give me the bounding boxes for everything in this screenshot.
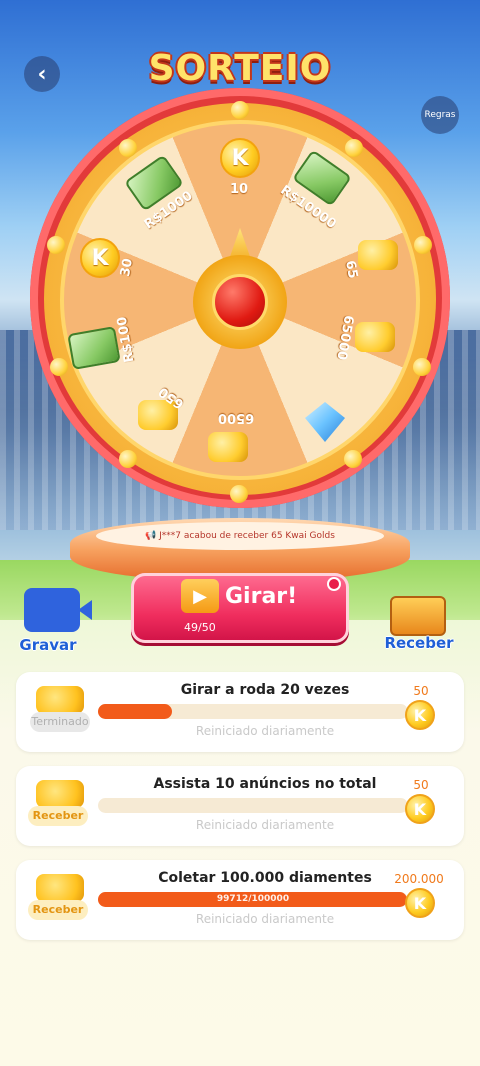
kwai-coin-icon: K (405, 794, 435, 824)
gold-coins-icon (36, 874, 84, 902)
wheel-bulb (119, 450, 137, 468)
segment-label: 6500 (218, 410, 255, 425)
page-title: SORTEIO (148, 48, 332, 89)
gold-coins-icon (355, 322, 395, 352)
wheel-bulb (230, 485, 248, 503)
wheel-bulb (231, 101, 249, 119)
video-camera-icon[interactable] (24, 588, 92, 632)
reward-amount: 50 (413, 778, 429, 792)
kwai-coin-icon: K (405, 888, 435, 918)
task-card: Receber Assista 10 anúncios no total Rei… (16, 766, 464, 846)
task-receive-button[interactable]: Receber (28, 900, 88, 920)
task-progress-text: 99712/100000 (216, 894, 290, 904)
winner-notice-text: J***7 acabou de receber 65 Kwai Golds (159, 531, 335, 541)
task-title: Coletar 100.000 diamentes (158, 870, 372, 886)
task-card: Receber Coletar 100.000 diamentes 99712/… (16, 860, 464, 940)
wheel-spin-center-button[interactable] (212, 274, 268, 330)
task-progress-text (98, 704, 408, 719)
treasure-chest-icon[interactable] (390, 596, 446, 636)
receive-chest-button[interactable]: Receber (382, 634, 456, 652)
task-progress-text (98, 798, 408, 813)
spin-count: 49/50 (184, 621, 216, 634)
task-subtitle: Reiniciado diariamente (195, 818, 335, 832)
video-clapper-icon: ▶ (181, 579, 219, 613)
spin-button-label: Girar! (225, 584, 298, 609)
gold-coins-icon (358, 240, 398, 270)
back-button[interactable]: ‹ (24, 56, 60, 92)
reward-amount: 200.000 (394, 872, 444, 886)
winner-notice: 📢 J***7 acabou de receber 65 Kwai Golds (120, 527, 360, 545)
task-receive-button[interactable]: Receber (28, 806, 88, 826)
record-button[interactable]: Gravar (14, 636, 82, 654)
wheel-bulb (345, 139, 363, 157)
task-status-button: Terminado (30, 712, 90, 732)
wheel-bulb (119, 139, 137, 157)
segment-label: 10 (230, 182, 249, 197)
segment-label: 30 (118, 257, 137, 278)
rules-button[interactable]: Regras (421, 96, 459, 134)
notification-dot (327, 577, 341, 591)
gold-coins-icon (208, 432, 248, 462)
rules-label: Regras (424, 110, 456, 120)
kwai-coin-icon: K (80, 238, 120, 278)
task-title: Girar a roda 20 vezes (180, 682, 350, 698)
task-card: Terminado Girar a roda 20 vezes Reinicia… (16, 672, 464, 752)
wheel-bulb (413, 358, 431, 376)
task-progress-bar (98, 704, 408, 719)
task-subtitle: Reiniciado diariamente (195, 912, 335, 926)
wheel-bulb (47, 236, 65, 254)
task-progress-bar (98, 798, 408, 813)
task-title: Assista 10 anúncios no total (153, 776, 377, 792)
segment-label: 65 (342, 259, 361, 280)
megaphone-icon: 📢 (145, 531, 157, 541)
wheel-bulb (344, 450, 362, 468)
gold-coins-icon (36, 780, 84, 808)
kwai-coin-icon: K (405, 700, 435, 730)
kwai-coin-icon: K (220, 138, 260, 178)
chevron-left-icon: ‹ (37, 61, 47, 87)
task-progress-bar: 99712/100000 (98, 892, 408, 907)
task-subtitle: Reiniciado diariamente (195, 724, 335, 738)
gold-coins-icon (36, 686, 84, 714)
reward-amount: 50 (413, 684, 429, 698)
wheel-bulb (414, 236, 432, 254)
wheel-bulb (50, 358, 68, 376)
